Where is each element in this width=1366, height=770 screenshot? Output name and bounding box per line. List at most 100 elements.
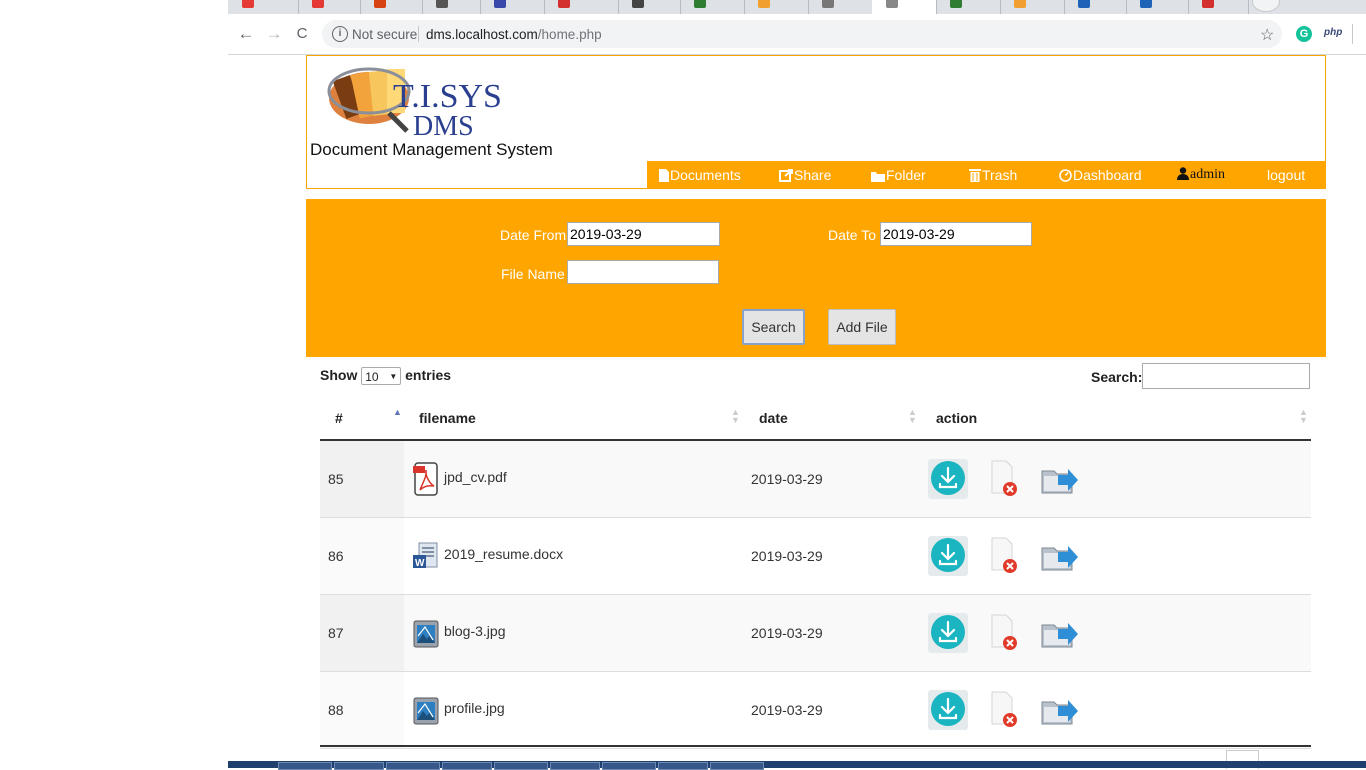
nav-trash[interactable]: Trash bbox=[969, 167, 1017, 183]
show-label: Show bbox=[320, 367, 358, 383]
taskbar-item[interactable] bbox=[442, 762, 492, 770]
tab-favicon-icon bbox=[494, 0, 506, 8]
main-navbar: Documents Share Folder Trash Dashboard a… bbox=[647, 161, 1326, 188]
reload-icon[interactable]: C bbox=[292, 23, 312, 45]
browser-tab[interactable] bbox=[480, 0, 545, 14]
nav-admin[interactable]: admin bbox=[1177, 167, 1225, 183]
address-bar[interactable]: i Not secure dms.localhost.com/home.php bbox=[322, 20, 1282, 48]
browser-tab[interactable] bbox=[228, 0, 299, 14]
nav-documents-label: Documents bbox=[670, 167, 741, 183]
nav-trash-label: Trash bbox=[982, 167, 1018, 183]
pdf-file-icon bbox=[413, 462, 438, 496]
tab-favicon-icon bbox=[950, 0, 962, 8]
row-filename: 2019_resume.docx bbox=[444, 546, 564, 562]
date-from-input[interactable] bbox=[567, 222, 720, 246]
add-file-button[interactable]: Add File bbox=[828, 309, 896, 345]
table-body: 85 jpd_cv.pdf 2019-03-29 86 W 2019_resume.doc… bbox=[320, 441, 1311, 749]
table-search-input[interactable] bbox=[1142, 363, 1310, 389]
back-arrow-icon[interactable]: ← bbox=[236, 23, 256, 45]
download-button[interactable] bbox=[928, 536, 968, 576]
nav-documents[interactable]: Documents bbox=[659, 167, 741, 183]
browser-tab[interactable] bbox=[422, 0, 481, 14]
new-tab-button[interactable] bbox=[1252, 0, 1280, 12]
move-button[interactable] bbox=[1040, 613, 1080, 653]
nav-logout[interactable]: logout bbox=[1267, 167, 1305, 183]
browser-tab[interactable] bbox=[1000, 0, 1065, 14]
browser-tab[interactable] bbox=[360, 0, 423, 14]
tab-favicon-icon bbox=[1014, 0, 1026, 8]
download-button[interactable] bbox=[928, 613, 968, 653]
download-icon bbox=[928, 536, 968, 576]
download-button[interactable] bbox=[928, 459, 968, 499]
browser-tab[interactable] bbox=[744, 0, 809, 14]
url-host: dms.localhost.com bbox=[426, 27, 538, 42]
desktop-background bbox=[0, 0, 228, 768]
dashboard-icon bbox=[1059, 169, 1072, 182]
browser-tab[interactable] bbox=[618, 0, 681, 14]
browser-tab[interactable] bbox=[1126, 0, 1189, 14]
forward-arrow-icon[interactable]: → bbox=[264, 23, 284, 45]
move-to-folder-icon bbox=[1041, 623, 1078, 648]
column-header-action[interactable]: action bbox=[936, 410, 977, 426]
php-extension-icon[interactable]: php bbox=[1324, 27, 1342, 38]
browser-tab-active[interactable] bbox=[872, 0, 937, 14]
move-button[interactable] bbox=[1040, 536, 1080, 576]
table-row: 86 W 2019_resume.docx 2019-03-29 bbox=[320, 518, 1311, 595]
row-date: 2019-03-29 bbox=[751, 625, 823, 641]
move-button[interactable] bbox=[1040, 459, 1080, 499]
taskbar-item[interactable] bbox=[278, 762, 332, 770]
id-cell: 85 bbox=[320, 441, 404, 517]
taskbar-item[interactable] bbox=[658, 762, 708, 770]
browser-tab[interactable] bbox=[680, 0, 745, 14]
search-button[interactable]: Search bbox=[742, 309, 805, 345]
id-cell: 86 bbox=[320, 518, 404, 594]
delete-file-icon bbox=[991, 460, 1017, 496]
taskbar-item[interactable] bbox=[334, 762, 384, 770]
table-row: 87 blog-3.jpg 2019-03-29 bbox=[320, 595, 1311, 672]
taskbar-item[interactable] bbox=[494, 762, 548, 770]
column-header-date[interactable]: date bbox=[759, 410, 788, 426]
delete-file-icon bbox=[991, 537, 1017, 573]
delete-button[interactable] bbox=[984, 613, 1024, 653]
os-taskbar bbox=[228, 761, 1366, 770]
dms-page: T.I.SYS DMS Document Management System D… bbox=[306, 55, 1326, 769]
tab-favicon-icon bbox=[886, 0, 898, 8]
caret-down-icon: ▼ bbox=[389, 372, 398, 382]
move-button[interactable] bbox=[1040, 690, 1080, 730]
download-icon bbox=[928, 459, 968, 499]
column-header-id[interactable]: # bbox=[335, 410, 343, 426]
taskbar-item[interactable] bbox=[602, 762, 656, 770]
grammarly-extension-icon[interactable]: G bbox=[1296, 26, 1312, 42]
entries-select-value: 10 bbox=[365, 370, 379, 385]
browser-tab[interactable] bbox=[808, 0, 873, 14]
row-id: 88 bbox=[328, 702, 344, 718]
sort-icon: ▲ ▼ bbox=[1299, 407, 1308, 425]
browser-tab[interactable] bbox=[936, 0, 1001, 14]
column-header-filename[interactable]: filename bbox=[419, 410, 476, 426]
browser-tab[interactable] bbox=[298, 0, 361, 14]
file-name-input[interactable] bbox=[567, 260, 719, 284]
entries-select[interactable]: 10 ▼ bbox=[361, 367, 402, 386]
date-to-input[interactable] bbox=[880, 222, 1032, 246]
delete-button[interactable] bbox=[984, 536, 1024, 576]
info-icon[interactable]: i bbox=[332, 26, 348, 42]
word-document-icon: W bbox=[413, 542, 438, 569]
download-button[interactable] bbox=[928, 690, 968, 730]
nav-share[interactable]: Share bbox=[779, 167, 831, 183]
nav-folder[interactable]: Folder bbox=[871, 167, 926, 183]
url-text: dms.localhost.com/home.php bbox=[426, 27, 602, 42]
bookmark-star-icon[interactable]: ☆ bbox=[1260, 25, 1274, 45]
delete-button[interactable] bbox=[984, 690, 1024, 730]
delete-button[interactable] bbox=[984, 459, 1024, 499]
taskbar-item[interactable] bbox=[386, 762, 440, 770]
date-from-label: Date From : bbox=[500, 227, 574, 243]
taskbar-item[interactable] bbox=[710, 762, 764, 770]
browser-tab[interactable] bbox=[1064, 0, 1127, 14]
browser-tab[interactable] bbox=[1188, 0, 1249, 14]
browser-tab-strip bbox=[228, 0, 1366, 14]
toolbar-divider bbox=[1352, 24, 1353, 44]
taskbar-item[interactable] bbox=[550, 762, 600, 770]
browser-tab[interactable] bbox=[544, 0, 619, 14]
nav-dashboard[interactable]: Dashboard bbox=[1059, 167, 1142, 183]
share-icon bbox=[779, 169, 793, 182]
